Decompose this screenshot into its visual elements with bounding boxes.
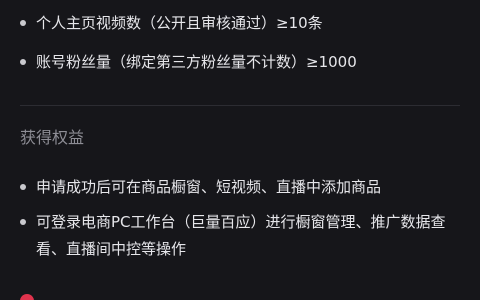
requirement-text: 账号粉丝量（绑定第三方粉丝量不计数）≥1000: [36, 53, 357, 71]
bullet-dot-icon: [20, 219, 26, 225]
requirement-text: 个人主页视频数（公开且审核通过）≥10条: [36, 14, 323, 32]
benefit-text: 申请成功后可在商品橱窗、短视频、直播中添加商品: [36, 178, 382, 196]
bullet-dot-icon: [20, 59, 26, 65]
section-divider: [20, 105, 460, 106]
bullet-dot-icon: [20, 20, 26, 26]
partial-badge-icon: [20, 294, 34, 300]
benefits-heading: 获得权益: [20, 128, 85, 147]
benefit-text: 可登录电商PC工作台（巨量百应）进行橱窗管理、推广数据查看、直播间中控等操作: [36, 213, 446, 258]
bullet-dot-icon: [20, 184, 26, 190]
